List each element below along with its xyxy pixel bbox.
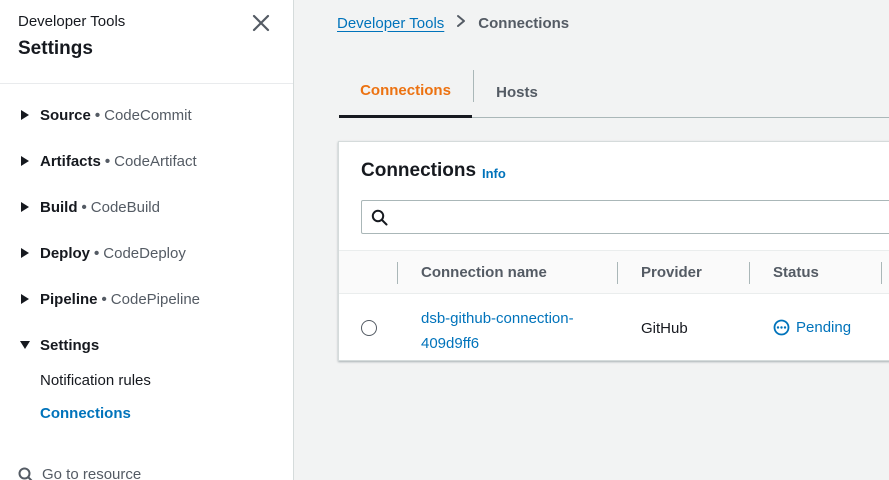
sidebar-item-service: CodeArtifact: [114, 152, 197, 170]
tab-connections[interactable]: Connections: [339, 66, 472, 118]
provider-cell: GitHub: [641, 320, 688, 337]
status-cell: Pending: [773, 319, 851, 336]
column-divider: [397, 262, 398, 284]
sidebar-subtitle: Developer Tools: [18, 13, 126, 30]
column-header-provider[interactable]: Provider: [641, 264, 702, 281]
table-header: Connection name Provider Status: [339, 250, 889, 294]
caret-right-icon: [18, 108, 32, 122]
separator-dot: •: [101, 290, 107, 308]
tab-bar: Connections Hosts: [339, 66, 889, 118]
sidebar-item-service: CodePipeline: [110, 290, 201, 308]
search-icon: [371, 209, 388, 226]
panel-title: Connections: [361, 160, 477, 181]
status-label: Pending: [796, 319, 852, 336]
sidebar-item-service: CodeCommit: [104, 106, 192, 124]
main-content: Developer Tools Connections Connections …: [294, 0, 889, 480]
sidebar-item-pipeline[interactable]: Pipeline • CodePipeline: [18, 287, 200, 311]
sidebar-item-label: Source: [40, 106, 91, 124]
close-icon[interactable]: [250, 12, 272, 34]
go-to-resource[interactable]: Go to resource: [18, 466, 141, 480]
separator-dot: •: [94, 244, 100, 262]
tab-hosts[interactable]: Hosts: [474, 66, 560, 118]
row-select-radio[interactable]: [361, 320, 377, 336]
sidebar-item-settings[interactable]: Settings: [18, 333, 99, 357]
sidebar-item-label: Pipeline: [40, 290, 98, 308]
sidebar-item-deploy[interactable]: Deploy • CodeDeploy: [18, 241, 186, 265]
search-input[interactable]: [396, 201, 889, 233]
breadcrumb-developer-tools[interactable]: Developer Tools: [337, 15, 444, 32]
chevron-right-icon: [456, 14, 466, 32]
caret-right-icon: [18, 246, 32, 260]
sidebar-item-service: CodeBuild: [90, 198, 160, 216]
search-box: [361, 200, 889, 234]
connection-name-link[interactable]: dsb-github-connection-409d9ff6: [421, 306, 601, 356]
sidebar-item-source[interactable]: Source • CodeCommit: [18, 103, 192, 127]
info-link[interactable]: Info: [482, 166, 506, 181]
connections-panel: Connections Info Connection name Provide…: [338, 141, 889, 361]
breadcrumb-current: Connections: [478, 14, 570, 32]
caret-right-icon: [18, 200, 32, 214]
sidebar-item-connections[interactable]: Connections: [40, 405, 131, 422]
go-to-resource-label: Go to resource: [42, 466, 142, 480]
sidebar-item-artifacts[interactable]: Artifacts • CodeArtifact: [18, 149, 197, 173]
separator-dot: •: [94, 106, 101, 124]
sidebar-title: Settings: [18, 38, 93, 59]
separator-dot: •: [81, 198, 87, 216]
sidebar-header: Developer Tools Settings: [0, 0, 293, 84]
app-window: Developer Tools Settings Source • CodeCo…: [0, 0, 889, 480]
column-header-connection-name[interactable]: Connection name: [421, 264, 547, 281]
search-icon: [18, 467, 33, 480]
sidebar-item-notification-rules[interactable]: Notification rules: [40, 372, 151, 389]
pending-icon: [773, 319, 790, 336]
table-row: dsb-github-connection-409d9ff6 GitHub Pe…: [339, 294, 889, 362]
caret-right-icon: [18, 292, 32, 306]
column-divider[interactable]: [617, 262, 618, 284]
caret-down-icon: [18, 338, 32, 352]
sidebar-item-build[interactable]: Build • CodeBuild: [18, 195, 160, 219]
sidebar-item-label: Artifacts: [40, 152, 101, 170]
sidebar-item-service: CodeDeploy: [103, 244, 186, 262]
separator-dot: •: [104, 152, 111, 170]
column-header-status[interactable]: Status: [773, 264, 819, 281]
column-divider[interactable]: [881, 262, 882, 284]
breadcrumb: Developer Tools Connections: [337, 14, 569, 32]
sidebar-item-label: Settings: [40, 336, 100, 354]
side-navigation: Developer Tools Settings Source • CodeCo…: [0, 0, 294, 480]
sidebar-item-label: Deploy: [40, 244, 91, 262]
sidebar-item-label: Build: [40, 198, 78, 216]
column-divider[interactable]: [749, 262, 750, 284]
caret-right-icon: [18, 154, 32, 168]
